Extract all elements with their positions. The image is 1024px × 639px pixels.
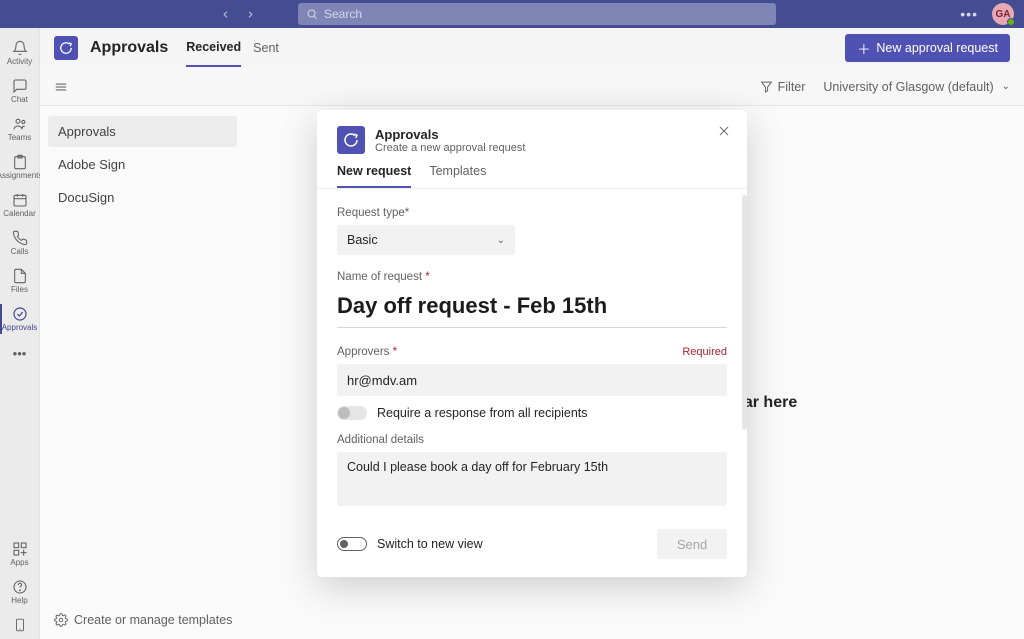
chevron-down-icon: ⌄ xyxy=(497,235,505,246)
modal-tab-new-request[interactable]: New request xyxy=(337,164,411,188)
send-button[interactable]: Send xyxy=(657,529,727,559)
approvals-icon xyxy=(12,305,28,322)
approvers-input[interactable] xyxy=(337,364,727,396)
content-area: Approvals Received Sent ＋ New approval r… xyxy=(40,28,1024,639)
bell-icon xyxy=(12,39,28,56)
new-approval-modal: Approvals Create a new approval request … xyxy=(317,110,747,577)
files-icon xyxy=(12,267,28,284)
rail-approvals[interactable]: Approvals xyxy=(0,300,40,338)
calendar-icon xyxy=(12,191,28,208)
rail-teams[interactable]: Teams xyxy=(0,110,40,148)
app-rail: Activity Chat Teams Assignments Calendar… xyxy=(0,28,40,639)
phone-icon xyxy=(13,616,27,633)
modal-title: Approvals xyxy=(375,127,525,142)
rail-more-icon[interactable]: ••• xyxy=(13,338,27,369)
name-input[interactable] xyxy=(337,289,727,328)
rail-help[interactable]: Help xyxy=(0,573,40,611)
search-icon xyxy=(306,8,318,20)
request-type-select[interactable]: Basic ⌄ xyxy=(337,225,515,255)
switch-view-toggle[interactable] xyxy=(337,537,367,551)
name-label: Name of request * xyxy=(337,271,727,283)
approvers-label: Approvers * xyxy=(337,346,397,358)
teams-icon xyxy=(12,115,28,132)
search-input[interactable] xyxy=(324,7,768,21)
nav-forward-icon[interactable] xyxy=(245,9,256,20)
rail-activity[interactable]: Activity xyxy=(0,34,40,72)
search-box[interactable] xyxy=(298,3,776,25)
require-all-toggle[interactable] xyxy=(337,406,367,420)
details-input[interactable] xyxy=(337,452,727,506)
close-icon[interactable] xyxy=(717,124,731,138)
titlebar-more-icon[interactable]: ••• xyxy=(960,6,978,22)
title-bar: ••• GA xyxy=(0,0,1024,28)
request-type-label: Request type* xyxy=(337,207,727,219)
details-label: Additional details xyxy=(337,434,727,446)
apps-icon xyxy=(12,540,28,557)
modal-subtitle: Create a new approval request xyxy=(375,142,525,154)
rail-apps[interactable]: Apps xyxy=(0,535,40,573)
rail-calendar[interactable]: Calendar xyxy=(0,186,40,224)
rail-assignments[interactable]: Assignments xyxy=(0,148,40,186)
avatar[interactable]: GA xyxy=(992,3,1014,25)
rail-files[interactable]: Files xyxy=(0,262,40,300)
rail-mobile[interactable] xyxy=(0,611,40,639)
help-icon xyxy=(12,578,28,595)
modal-tab-templates[interactable]: Templates xyxy=(429,164,486,188)
calls-icon xyxy=(12,229,28,246)
nav-back-icon[interactable] xyxy=(220,9,231,20)
required-tag: Required xyxy=(682,346,727,358)
assignments-icon xyxy=(12,153,28,170)
rail-chat[interactable]: Chat xyxy=(0,72,40,110)
require-all-label: Require a response from all recipients xyxy=(377,406,588,420)
modal-app-icon xyxy=(337,126,365,154)
rail-calls[interactable]: Calls xyxy=(0,224,40,262)
chat-icon xyxy=(12,77,28,94)
presence-available-icon xyxy=(1007,18,1015,26)
modal-overlay: Approvals Create a new approval request … xyxy=(40,28,1024,639)
switch-view-label: Switch to new view xyxy=(377,537,483,551)
